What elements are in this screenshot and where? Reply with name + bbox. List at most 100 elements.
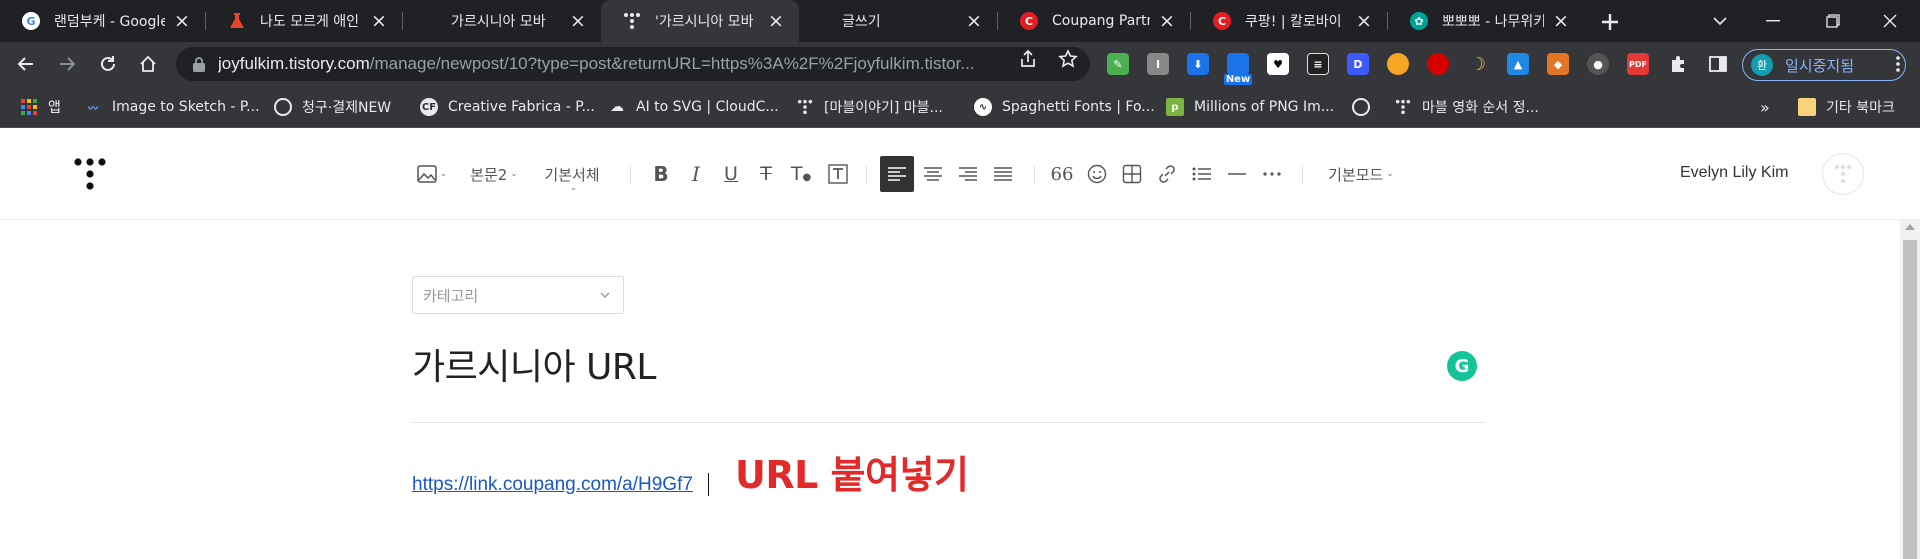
- grammarly-icon[interactable]: G: [1447, 351, 1477, 381]
- restore-button[interactable]: [1803, 0, 1863, 42]
- bookmark-ai-to-svg[interactable]: ☁ AI to SVG | CloudC...: [608, 86, 779, 128]
- red-extension-icon[interactable]: [1427, 53, 1449, 75]
- horizontal-rule-button[interactable]: [1221, 156, 1253, 192]
- browser-tab[interactable]: 가르시니아 모바 ×: [403, 0, 601, 42]
- d-extension-icon[interactable]: D: [1347, 53, 1369, 75]
- close-window-button[interactable]: [1860, 0, 1920, 42]
- orange-extension-icon[interactable]: [1387, 53, 1409, 75]
- more-options-button[interactable]: [1256, 156, 1288, 192]
- minimize-button[interactable]: [1743, 0, 1803, 42]
- bookmark-apps[interactable]: 앱: [20, 86, 61, 128]
- insert-image-button[interactable]: ⌄: [414, 156, 450, 192]
- strikethrough-button[interactable]: T: [750, 156, 782, 192]
- extension-grey-icon[interactable]: I: [1147, 53, 1169, 75]
- close-icon[interactable]: ×: [569, 11, 587, 30]
- bookmarks-overflow-button[interactable]: »: [1760, 86, 1770, 128]
- other-bookmarks[interactable]: 기타 북마크: [1798, 86, 1895, 128]
- image-icon: [416, 165, 437, 183]
- align-justify-button[interactable]: [986, 156, 1020, 192]
- browser-tab[interactable]: ✿ 뽀뽀뽀 - 나무위키 ×: [1388, 0, 1584, 42]
- post-title-input[interactable]: 가르시니아 URL: [412, 338, 656, 390]
- quote-button[interactable]: 66: [1046, 156, 1078, 192]
- share-icon[interactable]: [1018, 49, 1038, 69]
- bold-button[interactable]: B: [645, 156, 677, 192]
- quote-icon: 66: [1050, 163, 1074, 185]
- underline-button[interactable]: U: [715, 156, 747, 192]
- chevron-down-icon: ⌄: [569, 182, 578, 193]
- emoticon-button[interactable]: [1081, 156, 1113, 192]
- bookmark-creative-fabrica[interactable]: CF Creative Fabrica - P...: [420, 86, 595, 128]
- bookmark-billing[interactable]: 청구·결제NEW: [274, 86, 391, 128]
- fox-extension-icon[interactable]: ◆: [1547, 53, 1569, 75]
- more-vert-icon[interactable]: [1888, 54, 1908, 74]
- bookmark-marvel-story[interactable]: [마블이야기] 마블...: [796, 86, 943, 128]
- align-left-button[interactable]: [880, 156, 914, 192]
- reload-button[interactable]: [92, 48, 124, 80]
- text-background-icon: [828, 164, 848, 184]
- close-icon[interactable]: ×: [965, 11, 983, 30]
- puzzle-icon[interactable]: [1668, 54, 1688, 74]
- paragraph-style-dropdown[interactable]: 본문2 ⌄: [464, 156, 524, 192]
- category-select[interactable]: 카테고리: [412, 276, 624, 314]
- pocket-extension-icon[interactable]: ♥: [1267, 53, 1289, 75]
- browser-tab[interactable]: C 쿠팡! | 칼로바이 ×: [1191, 0, 1387, 42]
- close-icon[interactable]: ×: [767, 11, 785, 30]
- body-link[interactable]: https://link.coupang.com/a/H9Gf7: [412, 474, 693, 496]
- chevron-down-icon: ⌄: [439, 169, 448, 179]
- back-button[interactable]: [10, 48, 42, 80]
- scroll-up-arrow-icon[interactable]: [1905, 224, 1915, 230]
- browser-toolbar: joyfulkim.tistory.com/manage/newpost/10?…: [0, 42, 1920, 86]
- bulleted-list-button[interactable]: [1186, 156, 1218, 192]
- coupang-icon: C: [1020, 12, 1038, 30]
- new-extension-icon[interactable]: New: [1223, 53, 1253, 85]
- side-panel-icon[interactable]: [1708, 54, 1728, 74]
- browser-tab-strip: G 랜덤부케 - Google × 나도 모르게 애인 × 가르시니아 모바 ×…: [0, 0, 1920, 42]
- moon-extension-icon[interactable]: ☽: [1467, 53, 1489, 75]
- bookmark-label: AI to SVG | CloudC...: [636, 99, 779, 115]
- close-icon[interactable]: ×: [1355, 11, 1373, 30]
- download-extension-icon[interactable]: ⬇: [1187, 53, 1209, 75]
- close-icon[interactable]: ×: [173, 11, 191, 30]
- pdf-extension-icon[interactable]: PDF: [1627, 53, 1649, 75]
- home-button[interactable]: [132, 48, 164, 80]
- italic-button[interactable]: I: [680, 156, 712, 192]
- bookmark-spaghetti-fonts[interactable]: ∿ Spaghetti Fonts | Fo...: [974, 86, 1155, 128]
- browser-tab[interactable]: C Coupang Partners ×: [998, 0, 1190, 42]
- extension-bars-icon[interactable]: ≡: [1307, 53, 1329, 75]
- link-button[interactable]: [1151, 156, 1183, 192]
- new-tab-button[interactable]: [1596, 8, 1624, 36]
- avatar[interactable]: [1822, 153, 1864, 195]
- extension-green-icon[interactable]: ✎: [1107, 53, 1129, 75]
- text-background-button[interactable]: [822, 156, 854, 192]
- bookmark-image-to-sketch[interactable]: 〰 Image to Sketch - P...: [84, 86, 260, 128]
- profile-button[interactable]: 환 일시중지됨: [1742, 49, 1906, 81]
- tab-search-button[interactable]: [1690, 0, 1750, 42]
- close-icon[interactable]: ×: [370, 11, 388, 30]
- bookmark-marvel-order[interactable]: 마블 영화 순서 정...: [1394, 86, 1539, 128]
- browser-tab[interactable]: G 랜덤부케 - Google ×: [0, 0, 205, 42]
- avatar: 환: [1751, 54, 1773, 76]
- bookmark-globe[interactable]: [1352, 86, 1380, 128]
- tistory-logo-icon[interactable]: [72, 156, 108, 192]
- align-center-button[interactable]: [916, 156, 950, 192]
- restore-icon: [1826, 14, 1840, 28]
- editor-mode-dropdown[interactable]: 기본모드 ⌄: [1318, 156, 1404, 192]
- forward-button[interactable]: [51, 48, 83, 80]
- bookmark-millions-of-png[interactable]: p Millions of PNG Im...: [1166, 86, 1334, 128]
- close-icon[interactable]: ×: [1158, 11, 1176, 30]
- table-button[interactable]: [1116, 156, 1148, 192]
- font-family-dropdown[interactable]: 기본서체 ⌄: [534, 156, 610, 193]
- blue-extension-icon[interactable]: ▲: [1507, 53, 1529, 75]
- browser-tab[interactable]: 나도 모르게 애인 ×: [206, 0, 402, 42]
- browser-tab[interactable]: 글쓰기 ×: [799, 0, 997, 42]
- address-bar[interactable]: joyfulkim.tistory.com/manage/newpost/10?…: [176, 47, 1090, 81]
- grey-circle-extension-icon[interactable]: ●: [1587, 53, 1609, 75]
- scroll-thumb[interactable]: [1903, 240, 1917, 559]
- browser-tab-active[interactable]: '가르시니아 모바 ×: [601, 0, 799, 42]
- text-color-button[interactable]: T●: [785, 156, 817, 192]
- page-scrollbar[interactable]: [1900, 220, 1920, 559]
- star-icon[interactable]: [1058, 49, 1078, 69]
- align-right-button[interactable]: [951, 156, 985, 192]
- toolbar-separator: [1302, 166, 1303, 184]
- close-icon[interactable]: ×: [1552, 11, 1570, 30]
